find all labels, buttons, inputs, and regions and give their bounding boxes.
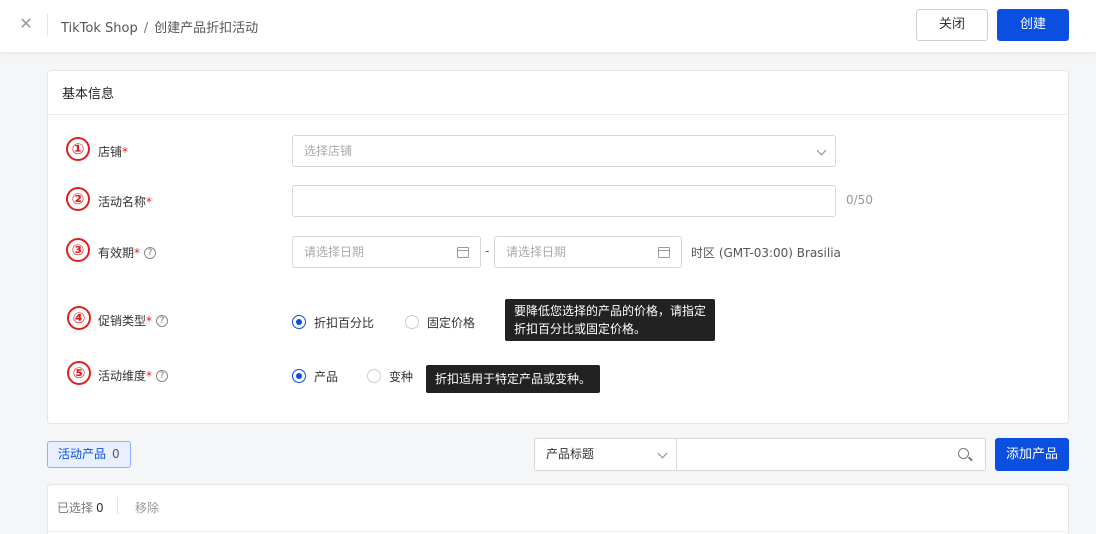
product-search-input[interactable]	[677, 438, 986, 471]
breadcrumb-current: 创建产品折扣活动	[154, 21, 259, 36]
name-label-text: 活动名称	[98, 195, 147, 209]
activity-products-tab[interactable]: 活动产品 0	[47, 441, 131, 468]
shop-label-text: 店铺	[98, 145, 123, 159]
date-range-dash: -	[485, 244, 490, 258]
shop-select-placeholder: 选择店铺	[304, 144, 353, 158]
period-label-text: 有效期	[98, 246, 135, 260]
promo-type-label: 促销类型*?	[98, 312, 169, 329]
close-button[interactable]: 关闭	[916, 9, 988, 41]
header-divider	[47, 14, 48, 36]
search-icon[interactable]	[958, 448, 969, 459]
section-title: 基本信息	[62, 87, 115, 102]
close-icon[interactable]: ✕	[17, 15, 35, 33]
dimension-label: 活动维度*?	[98, 367, 169, 384]
required-mark: *	[146, 195, 153, 209]
dimension-tooltip: 折扣适用于特定产品或变种。	[426, 365, 601, 393]
radio-percentage-label[interactable]: 折扣百分比	[314, 314, 374, 331]
radio-fixed-price-label[interactable]: 固定价格	[427, 314, 475, 331]
shop-label: 店铺*	[98, 143, 128, 160]
help-icon[interactable]: ?	[156, 369, 169, 382]
end-date-placeholder: 请选择日期	[506, 245, 567, 259]
end-date-picker[interactable]: 请选择日期	[494, 236, 682, 268]
required-mark: *	[146, 314, 153, 328]
add-product-button[interactable]: 添加产品	[995, 438, 1069, 471]
products-card	[47, 484, 1069, 534]
radio-percentage[interactable]	[292, 315, 306, 329]
selected-label: 已选择	[57, 501, 94, 515]
radio-product[interactable]	[292, 369, 306, 383]
calendar-icon	[457, 247, 469, 258]
breadcrumb-shop[interactable]: TikTok Shop	[61, 21, 138, 36]
help-icon[interactable]: ?	[144, 246, 157, 259]
required-mark: *	[134, 246, 141, 260]
step-2-marker: ②	[66, 187, 90, 211]
step-4-marker: ④	[67, 306, 91, 330]
toolbar-divider	[117, 498, 118, 514]
filter-field-value: 产品标题	[546, 447, 595, 461]
filter-field-select[interactable]: 产品标题	[534, 438, 677, 471]
tab-count: 0	[112, 447, 120, 461]
radio-fixed-price[interactable]	[405, 315, 419, 329]
step-1-marker: ①	[66, 137, 90, 161]
start-date-placeholder: 请选择日期	[304, 245, 365, 259]
start-date-picker[interactable]: 请选择日期	[292, 236, 481, 268]
step-3-marker: ③	[66, 238, 90, 262]
radio-product-label[interactable]: 产品	[314, 368, 338, 385]
selected-count: 已选择 0	[57, 499, 104, 516]
timezone-text: 时区 (GMT-03:00) Brasilia	[691, 246, 841, 260]
dimension-label-text: 活动维度	[98, 369, 147, 383]
activity-name-input[interactable]	[292, 185, 836, 217]
promo-type-label-text: 促销类型	[98, 314, 147, 328]
table-divider	[47, 531, 1069, 532]
breadcrumb-separator: /	[143, 21, 149, 36]
required-mark: *	[146, 369, 153, 383]
chevron-down-icon	[816, 145, 827, 156]
required-mark: *	[122, 145, 129, 159]
tooltip-line-1: 要降低您选择的产品的价格，请指定	[514, 304, 707, 318]
radio-variant-label[interactable]: 变种	[389, 368, 413, 385]
section-divider	[48, 114, 1068, 115]
remove-button[interactable]: 移除	[135, 499, 159, 516]
promo-type-tooltip: 要降低您选择的产品的价格，请指定 折扣百分比或固定价格。	[505, 299, 716, 341]
char-counter: 0/50	[846, 193, 873, 207]
calendar-icon	[658, 247, 670, 258]
step-5-marker: ⑤	[67, 361, 91, 385]
radio-variant[interactable]	[367, 369, 381, 383]
help-icon[interactable]: ?	[156, 314, 169, 327]
name-label: 活动名称*	[98, 193, 152, 210]
create-button[interactable]: 创建	[997, 9, 1069, 41]
tab-label: 活动产品	[58, 447, 107, 461]
shop-select[interactable]: 选择店铺	[292, 135, 836, 167]
tooltip-line-2: 折扣百分比或固定价格。	[514, 322, 647, 336]
breadcrumb: TikTok Shop / 创建产品折扣活动	[61, 17, 258, 36]
chevron-down-icon	[657, 448, 668, 459]
selected-number: 0	[96, 501, 104, 515]
period-label: 有效期*?	[98, 244, 157, 261]
